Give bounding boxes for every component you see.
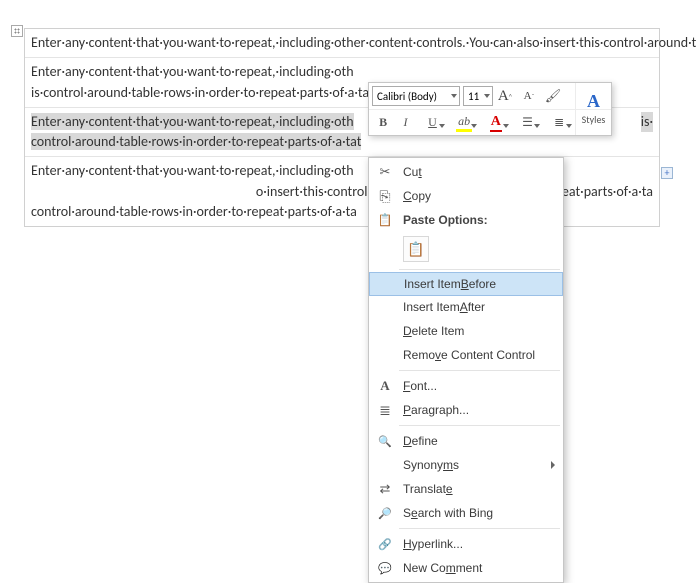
paragraph-text: Enter·any·content·that·you·want·to·repea…	[31, 162, 354, 179]
add-item-button[interactable]: +	[661, 167, 673, 179]
paste-keep-source-button[interactable]: 📋	[403, 236, 429, 262]
italic-button[interactable]: I	[394, 112, 416, 134]
chevron-down-icon	[471, 124, 477, 128]
paragraph-menu-item[interactable]: Paragraph...	[369, 398, 563, 422]
copy-menu-item[interactable]: Copy	[369, 184, 563, 208]
synonyms-menu-item[interactable]: Synonyms	[369, 453, 563, 477]
copy-icon	[377, 188, 393, 204]
separator	[399, 425, 560, 426]
paragraph-icon	[377, 402, 393, 418]
chevron-right-icon	[551, 461, 555, 469]
remove-content-control[interactable]: Remove Content Control	[369, 343, 563, 367]
bullets-icon: ☰	[522, 115, 533, 130]
format-painter-button[interactable]: 🖌	[541, 85, 565, 107]
font-menu-item[interactable]: Font...	[369, 374, 563, 398]
link-icon	[377, 536, 393, 552]
search-icon	[377, 505, 393, 521]
translate-icon	[377, 481, 393, 497]
chevron-down-icon	[503, 124, 509, 128]
paragraph-text: control·around·table·rows·in·order·to·re…	[31, 203, 357, 220]
define-icon	[377, 433, 393, 449]
define-menu-item[interactable]: Define	[369, 429, 563, 453]
new-comment-menu-item[interactable]: New Comment	[369, 556, 563, 580]
styles-icon: A	[587, 92, 600, 110]
hyperlink-menu-item[interactable]: Hyperlink...	[369, 532, 563, 556]
paragraph-text: is·control·around·table·rows·in·order·to…	[31, 84, 369, 101]
selected-text: Enter·any·content·that·you·want·to·repea…	[31, 113, 354, 130]
selected-text: control·around·table·rows·in·order·to·re…	[31, 133, 361, 150]
translate-menu-item[interactable]: Translate	[369, 477, 563, 501]
bullets-button[interactable]: ☰	[512, 112, 544, 134]
paragraph-text: Enter·any·content·that·you·want·to·repea…	[31, 63, 354, 80]
chevron-down-icon	[534, 124, 540, 128]
content-control-handle[interactable]	[11, 25, 23, 37]
chevron-down-icon	[439, 124, 445, 128]
numbering-button[interactable]: ≣	[543, 112, 575, 134]
chevron-down-icon	[451, 94, 457, 98]
chevron-down-icon	[484, 94, 490, 98]
font-size-dropdown[interactable]: 11	[463, 86, 493, 106]
styles-button[interactable]: A Styles	[575, 83, 611, 135]
insert-item-after[interactable]: Insert Item After	[369, 295, 563, 319]
font-name-value: Calibri (Body)	[377, 90, 437, 103]
clipboard-icon	[377, 212, 393, 228]
scissors-icon	[377, 164, 393, 180]
paste-options-header: Paste Options:	[369, 208, 563, 232]
paragraph-text: Enter·any·content·that·you·want·to·repea…	[31, 34, 696, 51]
separator	[399, 528, 560, 529]
highlight-button[interactable]: ab	[448, 112, 480, 134]
styles-label: Styles	[582, 113, 606, 126]
underline-button[interactable]: U	[417, 112, 449, 134]
delete-item[interactable]: Delete Item	[369, 319, 563, 343]
font-size-value: 11	[468, 90, 479, 103]
separator	[399, 269, 560, 270]
grow-font-button[interactable]: A^	[493, 85, 517, 107]
selected-text: is·	[641, 112, 653, 132]
search-bing-menu-item[interactable]: Search with Bing	[369, 501, 563, 525]
paste-options-row: 📋	[369, 232, 563, 266]
context-menu: Cut Copy Paste Options: 📋 Insert Item Be…	[368, 157, 564, 583]
bold-button[interactable]: B	[372, 112, 394, 134]
shrink-font-button[interactable]: Aˇ	[517, 85, 541, 107]
mini-toolbar: Calibri (Body) 11 A^ Aˇ 🖌 B I U ab A ☰ ≣…	[368, 82, 612, 136]
table-row[interactable]: Enter·any·content·that·you·want·to·repea…	[25, 29, 659, 58]
separator	[399, 370, 560, 371]
chevron-down-icon	[566, 124, 572, 128]
comment-icon	[377, 560, 393, 576]
cut-menu-item[interactable]: Cut	[369, 160, 563, 184]
font-name-dropdown[interactable]: Calibri (Body)	[372, 86, 460, 106]
font-icon	[377, 378, 393, 394]
font-color-button[interactable]: A	[480, 112, 512, 134]
insert-item-before[interactable]: Insert Item Before	[369, 272, 563, 296]
numbering-icon: ≣	[554, 115, 564, 130]
